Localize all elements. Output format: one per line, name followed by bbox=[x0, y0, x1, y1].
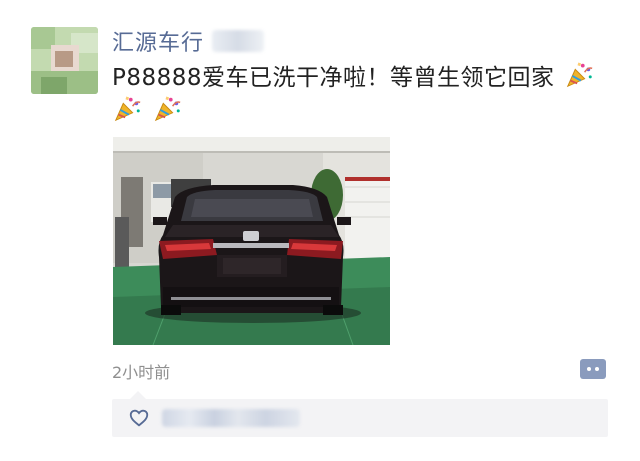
post-photo[interactable] bbox=[113, 137, 390, 345]
author-name[interactable]: 汇源车行 bbox=[112, 25, 204, 57]
party-popper-icon bbox=[567, 62, 593, 88]
likes-panel bbox=[112, 391, 608, 437]
heart-outline-icon bbox=[129, 409, 149, 427]
party-popper-icon bbox=[114, 96, 141, 122]
party-popper-icon bbox=[154, 96, 181, 122]
avatar[interactable] bbox=[31, 27, 98, 94]
post-body: P88888爱车已洗干净啦！等曾生领它回家 bbox=[112, 65, 555, 91]
post-text: P88888爱车已洗干净啦！等曾生领它回家 bbox=[112, 60, 612, 128]
post-timestamp: 2小时前 bbox=[112, 363, 171, 382]
author-name-redacted bbox=[212, 30, 265, 52]
author-row: 汇源车行 bbox=[112, 25, 265, 57]
dot bbox=[587, 367, 591, 371]
comment-dots-icon[interactable] bbox=[580, 359, 606, 379]
dot bbox=[595, 367, 599, 371]
moments-post: 汇源车行 P88888爱车已洗干净啦！等曾生领它回家 2小时前 bbox=[0, 0, 640, 461]
likers-redacted[interactable] bbox=[162, 409, 300, 427]
car-wash-photo bbox=[113, 137, 390, 345]
